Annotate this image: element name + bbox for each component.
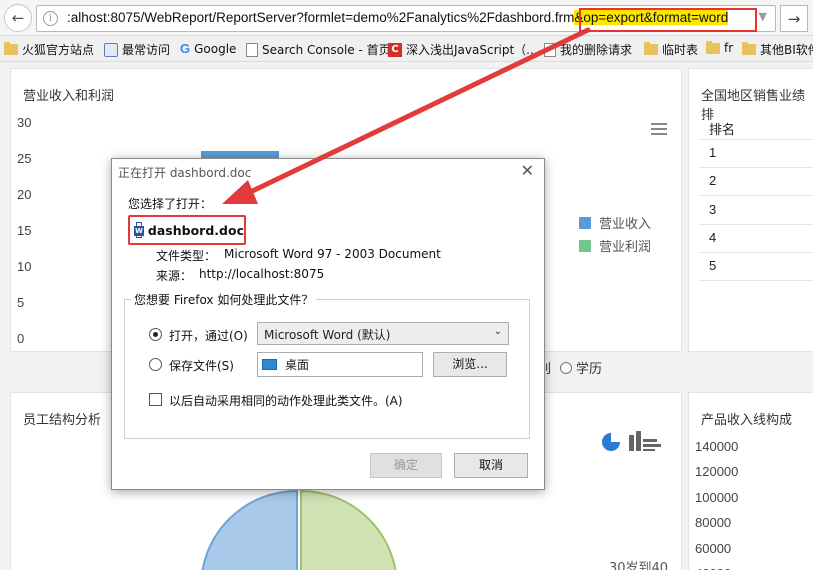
arrow-head (222, 180, 258, 204)
arrow-shaft (239, 27, 591, 199)
annotation-arrow (222, 8, 757, 204)
url-highlight-box (579, 8, 757, 32)
